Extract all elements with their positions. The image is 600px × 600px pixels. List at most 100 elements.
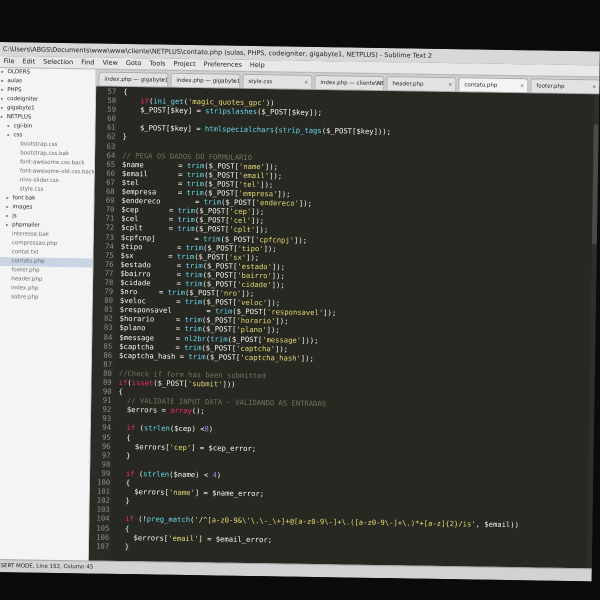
close-icon[interactable]: × bbox=[376, 77, 380, 90]
menu-help[interactable]: Help bbox=[250, 61, 265, 69]
tab[interactable]: index.php — gigabyte1 × bbox=[98, 71, 169, 87]
code-text: { bbox=[118, 386, 123, 397]
scroll-thumb[interactable] bbox=[591, 124, 599, 245]
close-icon[interactable]: × bbox=[232, 75, 236, 88]
line-number: 92 bbox=[102, 404, 112, 415]
line-number: 83 bbox=[103, 323, 113, 333]
menu-goto[interactable]: Goto bbox=[126, 59, 142, 67]
sidebar-item-label: interesse.bak bbox=[11, 231, 50, 238]
code-text: { bbox=[117, 477, 131, 488]
menu-edit[interactable]: Edit bbox=[23, 57, 36, 65]
tab-label: index.php — gigabyte1 bbox=[104, 76, 169, 84]
menu-view[interactable]: View bbox=[102, 59, 118, 67]
code-text: } bbox=[122, 132, 127, 142]
line-number: 94 bbox=[102, 423, 112, 433]
sidebar-item-label: gigabyte1 bbox=[6, 105, 35, 112]
sidebar-item-label: js bbox=[12, 213, 17, 220]
sidebar-item-label: codeigniter bbox=[7, 96, 39, 103]
line-number: 59 bbox=[107, 104, 117, 115]
line-number: 87 bbox=[103, 359, 113, 369]
sidebar-item-label: compressao.php bbox=[11, 240, 58, 247]
sidebar-item-label: OLDERS bbox=[7, 69, 30, 76]
line-number: 105 bbox=[96, 523, 110, 533]
line-number: 102 bbox=[96, 495, 110, 505]
tab[interactable]: contato.php × bbox=[458, 77, 529, 93]
tab-label: style.css bbox=[248, 78, 273, 86]
code-area[interactable]: 57{58 if(ini_get('magic_quotes_gpc')) 59 … bbox=[91, 87, 599, 559]
close-icon[interactable]: × bbox=[160, 74, 164, 87]
sidebar-item-label: nivo-slider.css bbox=[19, 177, 59, 184]
menu-selection[interactable]: Selection bbox=[43, 58, 73, 66]
close-icon[interactable]: × bbox=[304, 76, 308, 89]
menu-preferences[interactable]: Preferences bbox=[204, 60, 242, 69]
line-number: 57 bbox=[107, 86, 117, 96]
line-number: 75 bbox=[104, 250, 114, 260]
tab[interactable]: style.css × bbox=[242, 73, 313, 89]
line-number: 70 bbox=[105, 204, 115, 215]
sidebar-item-label: css bbox=[13, 132, 23, 139]
line-number: 103 bbox=[96, 504, 110, 515]
sidebar-item-label: footer.php bbox=[11, 267, 40, 274]
line-number: 65 bbox=[106, 159, 116, 169]
code-text: { bbox=[117, 432, 131, 442]
line-number: 80 bbox=[104, 295, 114, 305]
tab-label: index.php — cliente\NETPLUS bbox=[320, 80, 385, 88]
line-number: 76 bbox=[104, 259, 114, 269]
sidebar-item-label: PHPS bbox=[7, 87, 22, 94]
line-number: 98 bbox=[101, 459, 111, 469]
sidebar-item-label: font-awesome.css.back bbox=[20, 159, 85, 167]
line-number: 84 bbox=[103, 332, 113, 342]
sidebar-item-label: images bbox=[12, 204, 33, 211]
sidebar-file[interactable]: sobre.php bbox=[0, 293, 92, 304]
line-number: 81 bbox=[104, 304, 113, 315]
tab[interactable]: footer.php × bbox=[530, 78, 600, 94]
file-sidebar: ▸ OLDERS ▸ aulas ▸ PHPS ▸ codeigniter ▸ gigabyte1… bbox=[0, 67, 97, 562]
line-number: 85 bbox=[103, 341, 113, 351]
line-number: 73 bbox=[105, 232, 115, 242]
sidebar-item-label: bootstrap.css bbox=[20, 141, 58, 148]
sidebar-item-label: index.php bbox=[11, 285, 39, 292]
line-number: 72 bbox=[105, 223, 115, 233]
close-icon[interactable]: × bbox=[448, 78, 452, 91]
line-number: 96 bbox=[101, 441, 111, 451]
line-number: 64 bbox=[106, 150, 116, 160]
line-number: 61 bbox=[106, 123, 116, 133]
menu-find[interactable]: Find bbox=[81, 58, 94, 66]
line-number: 95 bbox=[102, 432, 111, 442]
sublime-window: C:\Users\ABGS\Documents\www\www\cliente\… bbox=[0, 42, 600, 582]
code-text: } bbox=[116, 541, 130, 551]
close-icon[interactable]: × bbox=[592, 80, 596, 93]
menu-project[interactable]: Project bbox=[173, 60, 195, 68]
line-number: 74 bbox=[105, 241, 114, 251]
line-number: 68 bbox=[105, 186, 115, 196]
line-number: 69 bbox=[105, 195, 115, 205]
tab-label: contato.php bbox=[464, 82, 498, 89]
code-text: { bbox=[116, 523, 130, 533]
line-number: 66 bbox=[106, 168, 116, 178]
tab[interactable]: header.php × bbox=[386, 76, 457, 92]
sidebar-item-label: style.css bbox=[19, 186, 44, 193]
line-number: 86 bbox=[103, 350, 113, 360]
line-number: 100 bbox=[97, 477, 111, 487]
line-number: 82 bbox=[103, 314, 113, 324]
line-number: 97 bbox=[101, 450, 111, 460]
tab[interactable]: index.php — cliente\NETPLUS × bbox=[314, 74, 385, 91]
line-number: 79 bbox=[104, 286, 114, 296]
line-number: 60 bbox=[107, 113, 116, 124]
tab[interactable]: index.php — gigabyte1 × bbox=[170, 72, 241, 88]
line-number: 106 bbox=[96, 532, 110, 542]
sidebar-item-label: aulas bbox=[7, 78, 23, 85]
line-number: 99 bbox=[101, 468, 111, 478]
line-number: 89 bbox=[102, 377, 112, 387]
tab-label: footer.php bbox=[536, 83, 565, 90]
code-text: } bbox=[116, 496, 130, 506]
code-editor[interactable]: 57{58 if(ini_get('magic_quotes_gpc')) 59 … bbox=[88, 86, 600, 570]
menu-tools[interactable]: Tools bbox=[149, 59, 165, 67]
menu-file[interactable]: File bbox=[4, 57, 15, 65]
line-number: 71 bbox=[105, 213, 115, 224]
tab-label: index.php — gigabyte1 bbox=[176, 77, 241, 85]
photo-frame: C:\Users\ABGS\Documents\www\www\cliente\… bbox=[0, 0, 600, 600]
close-icon[interactable]: × bbox=[520, 79, 524, 92]
line-number: 91 bbox=[102, 395, 112, 405]
line-number: 62 bbox=[106, 132, 116, 142]
